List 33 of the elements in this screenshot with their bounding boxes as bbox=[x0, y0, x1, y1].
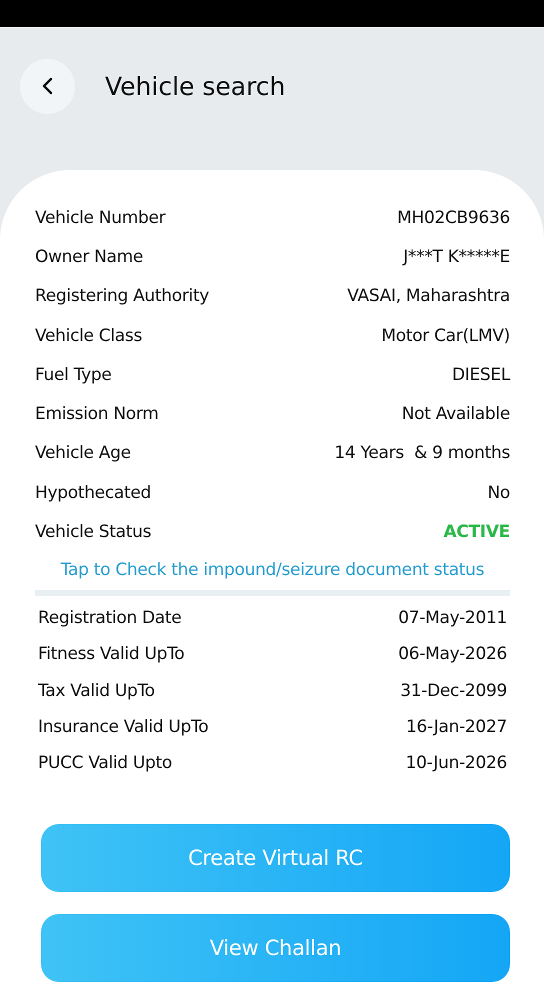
field-label: Vehicle Status bbox=[35, 522, 152, 542]
field-value: No bbox=[487, 482, 510, 503]
action-button[interactable]: View Challan bbox=[41, 914, 510, 982]
field-label: Vehicle Age bbox=[35, 443, 131, 464]
field-label: Vehicle Class bbox=[35, 326, 142, 346]
field-value: MH02CB9636 bbox=[397, 208, 510, 228]
impound-status-link[interactable]: Tap to Check the impound/seizure document status bbox=[60, 560, 484, 580]
date-label: Fitness Valid UpTo bbox=[38, 644, 184, 664]
date-value: 07-May-2011 bbox=[398, 608, 507, 628]
field-value: 14 Years & 9 months bbox=[334, 443, 510, 464]
field-value: DIESEL bbox=[452, 364, 510, 385]
field-value: ACTIVE bbox=[443, 522, 510, 542]
date-value: 06-May-2026 bbox=[398, 644, 507, 664]
field-label: Fuel Type bbox=[35, 364, 112, 385]
date-label: Registration Date bbox=[38, 608, 182, 628]
field-label: Vehicle Number bbox=[35, 208, 166, 228]
field-label: Owner Name bbox=[35, 246, 144, 267]
field-value: VASAI, Maharashtra bbox=[347, 286, 510, 306]
field-value: J***T K*****E bbox=[403, 246, 510, 267]
field-label: Hypothecated bbox=[35, 482, 152, 503]
field-value: Motor Car(LMV) bbox=[381, 326, 510, 346]
action-button[interactable]: Create Virtual RC bbox=[41, 824, 510, 892]
field-value: Not Available bbox=[402, 404, 510, 424]
date-value: 31-Dec-2099 bbox=[400, 680, 507, 701]
back-icon bbox=[40, 76, 54, 96]
date-value: 16-Jan-2027 bbox=[406, 717, 507, 738]
date-label: Tax Valid UpTo bbox=[38, 680, 155, 701]
field-label: Emission Norm bbox=[35, 404, 159, 424]
date-value: 10-Jun-2026 bbox=[406, 753, 507, 774]
page-title: Vehicle search bbox=[105, 72, 286, 100]
date-label: Insurance Valid UpTo bbox=[38, 717, 208, 738]
field-label: Registering Authority bbox=[35, 286, 210, 306]
date-label: PUCC Valid Upto bbox=[38, 753, 172, 774]
